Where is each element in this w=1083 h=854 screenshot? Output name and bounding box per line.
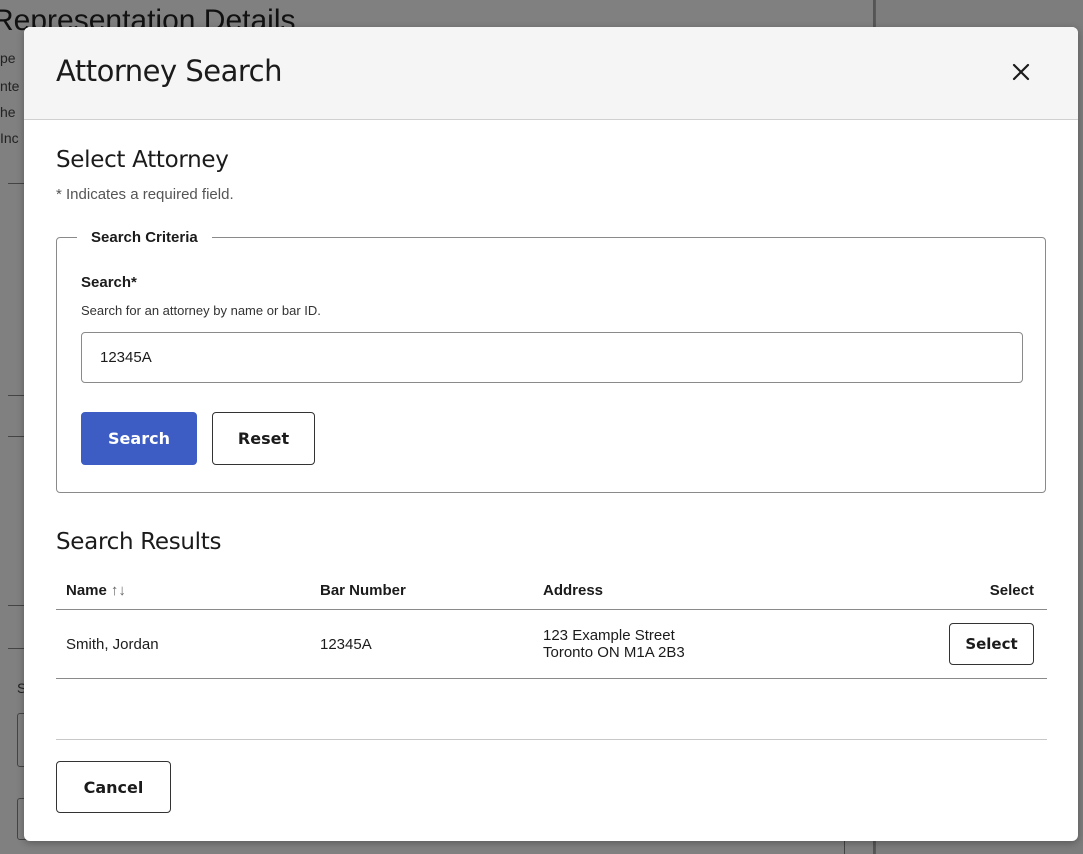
search-input[interactable] [81,332,1023,383]
search-results-table: Name ↑↓ Bar Number Address Select Smith, … [56,571,1047,679]
search-label: Search* [81,274,137,291]
background-text: Inc [0,130,19,146]
search-button[interactable]: Search [81,412,197,465]
column-header-name[interactable]: Name ↑↓ [56,571,320,610]
reset-button[interactable]: Reset [212,412,315,465]
dialog-title: Attorney Search [56,54,282,88]
table-row: Smith, Jordan 12345A 123 Example Street … [56,609,1047,679]
address-line2: Toronto ON M1A 2B3 [543,644,685,661]
background-text: he [0,104,16,120]
cell-select: Select [843,609,1047,679]
search-criteria-legend: Search Criteria [91,229,198,246]
background-text: nte [0,78,20,94]
section-title: Select Attorney [56,147,229,173]
sort-icon[interactable]: ↑↓ [111,582,126,599]
search-results-title: Search Results [56,529,222,555]
cell-name: Smith, Jordan [56,609,320,679]
cancel-button[interactable]: Cancel [56,761,171,813]
column-header-select: Select [843,571,1047,610]
dialog-header: Attorney Search [24,27,1078,120]
background-text: pe [0,50,16,66]
table-header-row: Name ↑↓ Bar Number Address Select [56,571,1047,610]
close-button[interactable] [1004,55,1038,89]
close-icon [1012,63,1030,81]
address-line1: 123 Example Street [543,627,675,644]
select-attorney-button[interactable]: Select [949,623,1034,665]
cell-address: 123 Example Street Toronto ON M1A 2B3 [543,609,843,679]
footer-divider [56,739,1047,740]
attorney-search-dialog: Attorney Search Select Attorney * Indica… [24,27,1078,841]
column-header-address: Address [543,571,843,610]
column-header-bar-number: Bar Number [320,571,543,610]
search-hint: Search for an attorney by name or bar ID… [81,303,321,318]
required-note: * Indicates a required field. [56,186,234,203]
cell-bar-number: 12345A [320,609,543,679]
column-header-name-label: Name [66,581,107,599]
